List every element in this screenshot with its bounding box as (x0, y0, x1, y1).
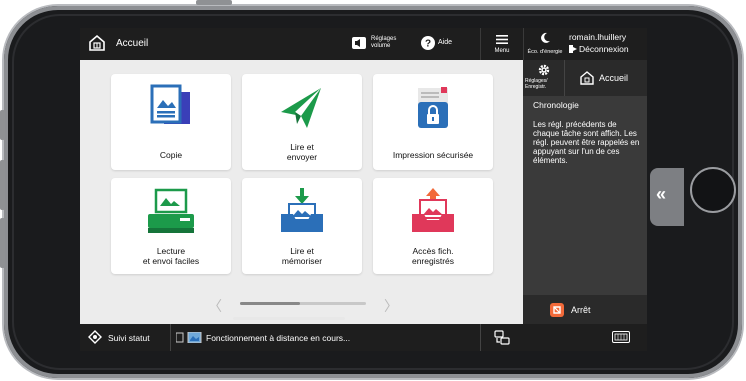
tile-scan-send-line1: Lire et (290, 142, 314, 152)
tile-scan-send-line2: envoyer (286, 152, 318, 162)
volume-settings-label[interactable]: Réglages volume (371, 36, 401, 50)
stop-icon (550, 303, 564, 317)
logout-button[interactable]: Déconnexion (579, 44, 629, 54)
home-label[interactable]: Accueil (116, 38, 148, 49)
menu-label: Menu (494, 48, 510, 54)
tile-secure-print[interactable]: Impression sécurisée (373, 74, 493, 170)
settings-register-button[interactable]: Réglages/ Enregistr. (523, 60, 565, 96)
top-bar: Accueil Réglages volume ? Aide Menu (80, 28, 523, 60)
tile-scan-send[interactable]: Lire et envoyer (242, 74, 362, 170)
remote-operation-text: Fonctionnement à distance en cours... (206, 333, 351, 343)
side-collapse-tab[interactable]: « (650, 168, 684, 226)
history-description: Les régl. précédents de chaque tâche son… (533, 120, 640, 165)
keyboard-icon[interactable] (612, 331, 630, 343)
tile-scan-store-line1: Lire et (290, 246, 314, 256)
home-icon[interactable] (88, 34, 106, 52)
page-scroll-track[interactable] (240, 302, 366, 305)
device-screen: Accueil Réglages volume ? Aide Menu Copi… (80, 28, 647, 351)
settings-label: Réglages/ Enregistr. (525, 78, 548, 90)
tile-scan-store-line2: mémoriser (281, 256, 323, 266)
gear-icon (538, 64, 550, 76)
volume-label-line2: volume (371, 43, 391, 49)
status-bar: Suivi statut Fonctionnement à distance e… (80, 324, 523, 351)
phone-volume-button-2 (0, 218, 5, 268)
tile-stored-line1: Accès fich. (412, 246, 454, 256)
menu-button[interactable]: Menu (480, 28, 523, 60)
network-button[interactable] (480, 324, 523, 351)
volume-label-line1: Réglages (371, 36, 397, 42)
easy-scan-icon (148, 188, 194, 233)
network-icon (494, 330, 510, 345)
settings-label-line2: Enregistr. (525, 84, 547, 90)
help-label[interactable]: Aide (438, 39, 452, 46)
phone-home-button (690, 167, 736, 213)
status-icon[interactable] (88, 330, 102, 344)
logout-icon[interactable] (569, 45, 577, 53)
energy-saver-button[interactable]: Éco. d'énergie (523, 28, 565, 60)
phone-volume-button (0, 160, 5, 210)
menu-icon (496, 35, 508, 44)
user-area: romain.lhuillery Déconnexion (565, 28, 647, 60)
tile-easy-scan-send[interactable]: Lecture et envoi faciles (111, 178, 231, 274)
right-panel: Éco. d'énergie romain.lhuillery Déconnex… (523, 28, 647, 351)
moon-icon (541, 32, 550, 43)
status-monitor-label[interactable]: Suivi statut (108, 333, 150, 343)
stored-files-icon (412, 188, 454, 232)
secure-print-icon (418, 87, 448, 128)
page-scroll-thumb[interactable] (240, 302, 300, 305)
phone-home-indicator (233, 317, 345, 320)
page-scroller: 〈 〉 (208, 296, 398, 314)
tile-stored-files-label: Accès fich. enregistrés (373, 246, 493, 266)
stop-label: Arrêt (571, 305, 591, 315)
home-button[interactable]: Accueil (565, 60, 647, 96)
history-panel[interactable]: Chronologie Les régl. précédents de chaq… (523, 96, 647, 294)
copy-icon (150, 84, 190, 124)
tile-scan-store[interactable]: Lire et mémoriser (242, 178, 362, 274)
home-button-label: Accueil (599, 73, 629, 83)
home-icon (580, 71, 594, 85)
tile-copy[interactable]: Copie (111, 74, 231, 170)
svg-text:?: ? (425, 39, 431, 50)
paper-plane-icon (281, 88, 321, 128)
energy-saver-label: Éco. d'énergie (527, 49, 563, 55)
tile-scan-store-label: Lire et mémoriser (242, 246, 362, 266)
tile-stored-files[interactable]: Accès fich. enregistrés (373, 178, 493, 274)
page-right-arrow[interactable]: 〉 (384, 296, 398, 314)
tile-easy-scan-send-label: Lecture et envoi faciles (111, 246, 231, 266)
status-divider (170, 324, 171, 351)
tile-easy-line1: Lecture (156, 246, 186, 256)
tile-copy-label: Copie (159, 150, 183, 160)
remote-icon (176, 332, 202, 343)
phone-top-button (196, 0, 232, 5)
scan-store-icon (281, 188, 323, 232)
tile-stored-line2: enregistrés (411, 256, 455, 266)
keyboard-area (523, 324, 647, 351)
stop-button[interactable]: Arrêt (523, 294, 647, 324)
history-title: Chronologie (533, 100, 579, 110)
main-area: Copie Lire et envoyer Impression sécuris… (80, 60, 523, 324)
tile-secure-print-label: Impression sécurisée (392, 150, 474, 160)
phone-side-button (0, 110, 5, 140)
tile-easy-line2: et envoi faciles (142, 256, 200, 266)
double-chevron-left-icon: « (656, 184, 667, 204)
page-left-arrow[interactable]: 〈 (208, 296, 222, 314)
tile-scan-send-label: Lire et envoyer (242, 142, 362, 162)
volume-icon[interactable] (352, 36, 366, 50)
help-icon[interactable]: ? (421, 36, 435, 50)
user-name: romain.lhuillery (569, 32, 627, 42)
